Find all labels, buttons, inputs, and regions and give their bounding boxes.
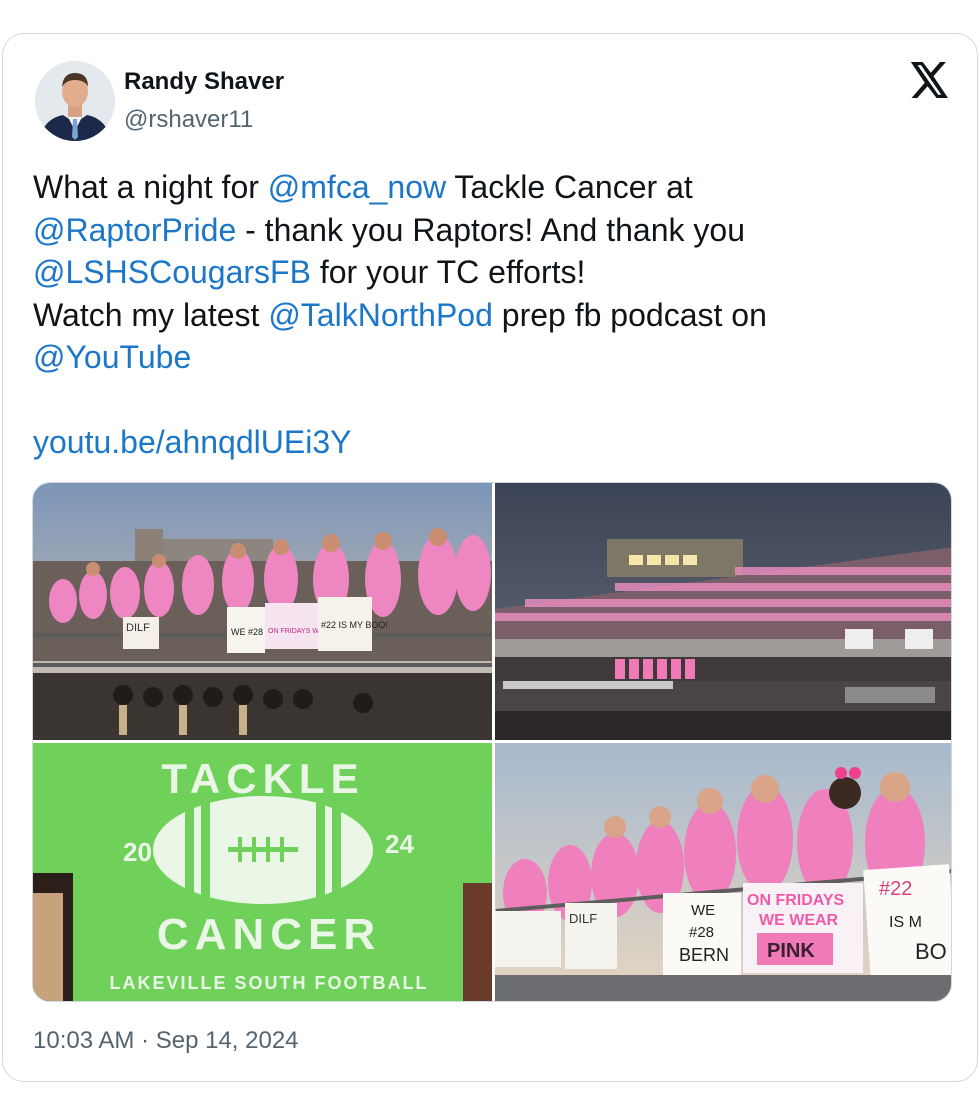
- shirt-year-left: 20: [123, 837, 152, 867]
- sign-text: #22: [879, 878, 912, 900]
- timestamp[interactable]: 10:03 AM · Sep 14, 2024: [33, 1027, 299, 1055]
- author-name[interactable]: Randy Shaver: [124, 68, 284, 96]
- photo-grid: DILF WE #28 BERN ON FRIDAYS WE WEAR PINK…: [32, 482, 952, 1002]
- photo-tackle-cancer-shirt[interactable]: TACKLE 20 24 CANCER LAKEVILLE SOUTH FOOT…: [33, 743, 492, 1001]
- sign-text: BO: [915, 939, 947, 964]
- mention-link[interactable]: @mfca_now: [268, 169, 446, 205]
- tweet-card[interactable]: Randy Shaver @rshaver11 What a night for…: [2, 33, 978, 1082]
- shirt-title-text: TACKLE: [161, 755, 364, 802]
- sign-text: DILF: [126, 622, 150, 634]
- sign-text: #22 IS MY BOO!: [321, 620, 388, 630]
- sign-text: BERN: [679, 945, 729, 965]
- sign-text: #28: [689, 924, 714, 941]
- sign-text: WE WEAR: [759, 912, 839, 929]
- tweet-text-part: What a night for: [33, 169, 268, 205]
- sign-text: PINK: [767, 940, 815, 962]
- sign-text: DILF: [569, 911, 597, 926]
- youtube-link[interactable]: youtu.be/ahnqdlUEi3Y: [33, 424, 351, 460]
- sign-text: IS M: [889, 914, 922, 931]
- mention-link[interactable]: @TalkNorthPod: [268, 297, 493, 333]
- photo-stadium-dusk[interactable]: [495, 483, 951, 740]
- mention-link[interactable]: @LSHSCougarsFB: [33, 254, 311, 290]
- sign-text: ON FRIDAYS: [747, 892, 845, 909]
- tweet-text: What a night for @mfca_now Tackle Cancer…: [33, 166, 953, 464]
- sign-text: WE: [691, 902, 715, 919]
- photo-student-section-day[interactable]: DILF WE #28 BERN ON FRIDAYS WE WEAR PINK…: [33, 483, 492, 740]
- tweet-text-part: - thank you Raptors! And thank you: [245, 211, 745, 248]
- shirt-cancer-text: CANCER: [157, 910, 381, 959]
- shirt-footer-text: LAKEVILLE SOUTH FOOTBALL: [110, 973, 429, 993]
- tweet-text-part: prep fb podcast on: [501, 296, 767, 333]
- avatar[interactable]: [35, 61, 115, 141]
- photo-students-signs[interactable]: DILF WE #28 BERN ON FRIDAYS WE WEAR PINK…: [495, 743, 951, 1001]
- mention-link[interactable]: @RaptorPride: [33, 212, 236, 248]
- x-logo-icon[interactable]: [910, 62, 950, 98]
- author-handle[interactable]: @rshaver11: [124, 106, 253, 134]
- tweet-text-part: Tackle Cancer at: [454, 169, 693, 205]
- shirt-year-right: 24: [385, 829, 414, 859]
- mention-link[interactable]: @YouTube: [33, 339, 191, 375]
